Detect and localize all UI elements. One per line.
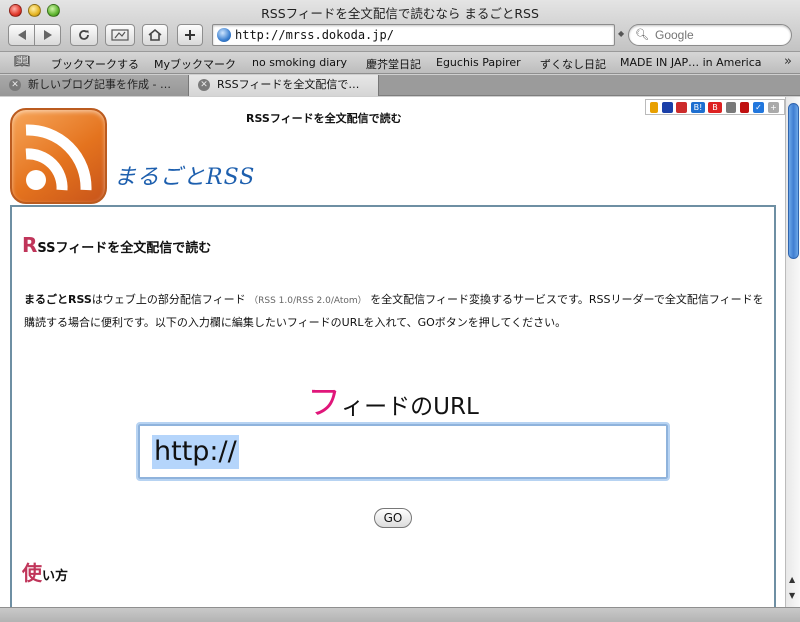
window-title: RSSフィードを全文配信で読むなら まるごとRSS: [261, 6, 539, 21]
vertical-scrollbar[interactable]: ▲ ▼: [785, 97, 800, 607]
address-bar[interactable]: http://mrss.dokoda.jp/: [212, 24, 615, 46]
forward-arrow-icon: [43, 30, 52, 40]
add-bookmark-button[interactable]: [177, 24, 203, 46]
usage-title: 使い方: [22, 557, 68, 586]
section-title-text: SSフィードを全文配信で読む: [37, 241, 212, 256]
header-tagline: RSSフィードを全文配信で読む: [246, 112, 402, 125]
home-icon: [148, 28, 162, 41]
hatena-icon[interactable]: [650, 102, 658, 113]
section-title: RSSフィードを全文配信で読む: [22, 233, 211, 257]
search-icon: 🔍︎: [635, 28, 649, 41]
back-arrow-icon: [17, 30, 26, 40]
livedoor-clip-icon[interactable]: [676, 102, 687, 113]
rss-logo[interactable]: [10, 108, 107, 204]
bookmark-item[interactable]: ブックマークする: [51, 56, 139, 72]
yahoo-icon[interactable]: [740, 102, 749, 113]
main-panel: RSSフィードを全文配信で読む まるごとRSSはウェブ上の部分配信フィード （R…: [10, 205, 776, 607]
bookmark-item[interactable]: Myブックマーク: [154, 56, 236, 72]
go-button[interactable]: GO: [374, 508, 412, 528]
plus-icon[interactable]: +: [768, 102, 779, 113]
delicious-icon[interactable]: [662, 102, 673, 113]
bookmark-item[interactable]: ずくなし日記: [540, 56, 606, 72]
social-bookmark-icons: B! B ✓ +: [645, 99, 785, 115]
globe-icon: [217, 28, 231, 42]
bookmark-item[interactable]: 慶芥堂日記: [366, 56, 421, 72]
tab-bar: ✕ 新しいブログ記事を作成 - … ✕ RSSフィードを全文配信で…: [0, 75, 800, 96]
search-box[interactable]: 🔍︎: [628, 24, 792, 46]
reload-button[interactable]: [70, 24, 98, 46]
bookmarks-overflow-icon[interactable]: »: [784, 54, 792, 69]
usage-title-text: い方: [42, 569, 69, 584]
plus-icon: [185, 30, 195, 40]
tab-new-blog-post[interactable]: ✕ 新しいブログ記事を作成 - …: [0, 75, 189, 96]
feed-url-heading: フィードのURL: [12, 375, 774, 424]
address-text: http://mrss.dokoda.jp/: [235, 28, 394, 42]
feed-url-heading-initial: フ: [307, 383, 342, 423]
bookmark-item[interactable]: MADE IN JAP… in America: [620, 56, 762, 69]
check-icon[interactable]: ✓: [753, 102, 764, 113]
section-title-initial: R: [22, 233, 38, 257]
tab-label: RSSフィードを全文配信で…: [217, 78, 360, 91]
scroll-up-arrow-icon[interactable]: ▲: [789, 575, 795, 584]
bookmarks-bar: 📖︎ ブックマークする Myブックマーク no smoking diary 慶芥…: [0, 52, 800, 74]
intro-text: はウェブ上の部分配信フィード: [91, 293, 246, 306]
intro-paragraph: まるごとRSSはウェブ上の部分配信フィード （RSS 1.0/RSS 2.0/A…: [24, 289, 766, 334]
address-dropdown-icon[interactable]: ◆: [618, 29, 624, 38]
home-button[interactable]: [142, 24, 168, 46]
forward-button[interactable]: [34, 24, 61, 46]
status-bar: [0, 607, 800, 622]
site-name[interactable]: まるごとRSS: [114, 159, 255, 191]
feed-url-heading-text: ィードのURL: [341, 394, 479, 420]
feed-url-value[interactable]: http://: [152, 435, 239, 469]
clip-icon[interactable]: [726, 102, 736, 113]
toolbar: RSSフィードを全文配信で読むなら まるごとRSS http://mrss.do…: [0, 0, 800, 52]
tab-close-icon[interactable]: ✕: [9, 79, 21, 91]
tab-close-icon[interactable]: ✕: [198, 79, 210, 91]
snapback-button[interactable]: [105, 24, 135, 46]
scroll-down-arrow-icon[interactable]: ▼: [789, 591, 795, 600]
hatena-bookmark-icon[interactable]: B!: [691, 102, 705, 113]
snapback-icon: [111, 29, 129, 41]
intro-brand: まるごとRSS: [24, 293, 92, 306]
bookmark-item[interactable]: Eguchis Papirer: [436, 56, 521, 69]
usage-title-initial: 使: [22, 561, 42, 585]
reload-icon: [79, 30, 89, 40]
tab-rss-feed[interactable]: ✕ RSSフィードを全文配信で…: [189, 75, 379, 96]
intro-formats: （RSS 1.0/RSS 2.0/Atom）: [249, 296, 367, 306]
search-input[interactable]: [655, 28, 785, 42]
tab-label: 新しいブログ記事を作成 - …: [28, 78, 171, 91]
page-content: B! B ✓ + RSSフィードを全文配信で読む まるごとRSS RSSフィード…: [0, 97, 785, 607]
back-button[interactable]: [8, 24, 35, 46]
buzzurl-icon[interactable]: B: [708, 102, 722, 113]
rss-feed-icon: [25, 124, 92, 191]
bookmark-item[interactable]: no smoking diary: [252, 56, 347, 69]
bookmarks-book-icon[interactable]: 📖︎: [14, 54, 31, 69]
browser-window: RSSフィードを全文配信で読むなら まるごとRSS http://mrss.do…: [0, 0, 800, 622]
scroll-thumb[interactable]: [788, 103, 799, 259]
